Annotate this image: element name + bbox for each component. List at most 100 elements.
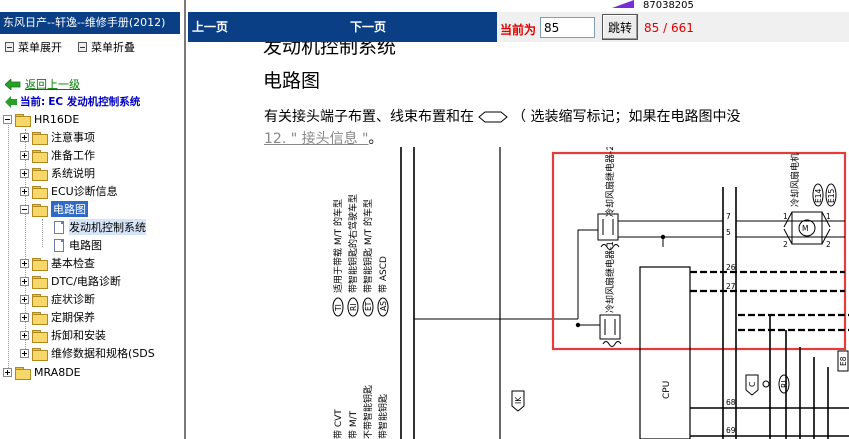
- tree-node-hr16de[interactable]: HR16DE: [3, 110, 79, 128]
- connector-symbol-icon: [478, 111, 508, 123]
- expand-icon[interactable]: [3, 367, 12, 377]
- tree-label: 症状诊断: [51, 293, 95, 306]
- app-title: 东风日产--轩逸--维修手册(2012): [0, 12, 180, 34]
- legend2-text: 不带智能钥匙: [362, 385, 374, 439]
- app-window: 东风日产--轩逸--维修手册(2012) 菜单展开 菜单折叠 返回上一级 当前:…: [0, 0, 849, 439]
- expand-icon[interactable]: [20, 132, 29, 142]
- folder-icon: [15, 366, 31, 380]
- motor-glyph: M: [802, 224, 808, 233]
- document-icon: [54, 220, 64, 234]
- pin-label: 7: [726, 212, 731, 221]
- pin-label: 68: [726, 398, 736, 407]
- legend2-text: 带 CVT: [333, 409, 344, 439]
- legend-group: TI 适用于带载 M/T 的车型 RI 带智能钥匙的右驾驶车型 ET 带智能钥匙…: [332, 194, 389, 439]
- tree-node-service-data[interactable]: 维修数据和规格(SDS: [20, 344, 155, 362]
- folder-icon: [32, 185, 48, 199]
- jump-button[interactable]: 跳转: [602, 14, 638, 40]
- tree-node-mra8de[interactable]: MRA8DE: [3, 363, 81, 381]
- menu-bar: 菜单展开 菜单折叠: [0, 36, 184, 58]
- intro-text-line2: 12. " 接头信息 "。: [264, 128, 383, 148]
- connector-ri: RI: [778, 374, 790, 394]
- relay-1-label: 冷却风扇继电器-1: [604, 241, 616, 313]
- legend2-item: 不带智能钥匙: [362, 385, 374, 439]
- tree-node-ecu-diagnosis[interactable]: ECU诊断信息: [20, 182, 118, 200]
- menu-expand-label: 菜单展开: [18, 41, 62, 54]
- motor-code-e15: E15: [825, 183, 837, 207]
- tree-label: 维修数据和规格(SDS: [51, 347, 155, 360]
- pin-label: 26: [726, 263, 736, 272]
- navigation-pane: 东风日产--轩逸--维修手册(2012) 菜单展开 菜单折叠 返回上一级 当前:…: [0, 0, 186, 439]
- motor-pin: 1: [783, 212, 788, 221]
- tree-node-basic-inspection[interactable]: 基本检查: [20, 254, 95, 272]
- legend-text: 带 ASCD: [378, 256, 389, 293]
- current-location: 当前: EC 发动机控制系统: [5, 94, 140, 109]
- legend-text: 带智能钥匙的右驾驶车型: [347, 194, 359, 293]
- tree-node-preparation[interactable]: 准备工作: [20, 146, 95, 164]
- back-link[interactable]: 返回上一级: [5, 76, 80, 92]
- menu-collapse-button[interactable]: 菜单折叠: [78, 39, 135, 55]
- tree-label: MRA8DE: [34, 365, 81, 379]
- pin-label: 27: [726, 282, 736, 291]
- tree-node-wiring-diagram-doc[interactable]: 电路图: [54, 236, 102, 254]
- tree-guide-line: [8, 118, 9, 372]
- tree-label-selected: 电路图: [51, 201, 88, 217]
- menu-expand-button[interactable]: 菜单展开: [5, 39, 62, 55]
- document-view[interactable]: 发动机控制系统 电路图 有关接头端子布置、线束布置和在 （ 选装缩写标记；如果在电…: [188, 42, 849, 439]
- legend2-item: 带 M/T: [348, 410, 359, 439]
- relay-2: 冷却风扇继电器-2: [597, 147, 620, 250]
- tree-label: 系统说明: [51, 167, 95, 180]
- collapse-icon[interactable]: [20, 204, 29, 214]
- legend-code: TI: [334, 304, 343, 312]
- tree-node-dtc-diagnosis[interactable]: DTC/电路诊断: [20, 272, 121, 290]
- expand-icon[interactable]: [20, 348, 29, 358]
- folder-icon: [32, 275, 48, 289]
- tree-node-precautions[interactable]: 注意事项: [20, 128, 95, 146]
- page-count: 85 / 661: [644, 21, 694, 35]
- folder-icon: [32, 149, 48, 163]
- motor-label: 冷却风扇电机: [789, 153, 801, 207]
- expand-icon[interactable]: [20, 330, 29, 340]
- back-link-label: 返回上一级: [25, 78, 80, 91]
- expand-icon[interactable]: [20, 276, 29, 286]
- folder-icon: [32, 293, 48, 307]
- wiring-diagram: TI 适用于带载 M/T 的车型 RI 带智能钥匙的右驾驶车型 ET 带智能钥匙…: [332, 147, 849, 439]
- expand-icon[interactable]: [20, 186, 29, 196]
- tree-node-wiring-diagram[interactable]: 电路图: [20, 200, 88, 218]
- expand-icon[interactable]: [20, 294, 29, 304]
- connector-c: C: [745, 374, 759, 396]
- partial-heading: 发动机控制系统: [263, 42, 397, 58]
- folder-open-icon: [32, 203, 48, 217]
- legend-item-ri: RI 带智能钥匙的右驾驶车型: [347, 194, 359, 317]
- current-value: EC 发动机控制系统: [48, 96, 141, 108]
- expand-icon[interactable]: [20, 168, 29, 178]
- current-page-label: 当前为: [500, 23, 537, 37]
- menu-collapse-label: 菜单折叠: [91, 41, 135, 54]
- tree-node-symptom-diagnosis[interactable]: 症状诊断: [20, 290, 95, 308]
- back-arrow-icon: [5, 78, 21, 90]
- collapse-icon[interactable]: [3, 114, 12, 124]
- intro-text-part1: 有关接头端子布置、线束布置和在: [264, 109, 474, 125]
- relay-1: 冷却风扇继电器-1: [599, 241, 622, 347]
- expand-icon[interactable]: [20, 312, 29, 322]
- tree-node-system-description[interactable]: 系统说明: [20, 164, 95, 182]
- connector-info-link[interactable]: 12. " 接头信息 ": [264, 131, 369, 147]
- tree-label: 准备工作: [51, 149, 95, 162]
- section-title: 电路图: [263, 70, 321, 92]
- tree-label: DTC/电路诊断: [51, 275, 121, 288]
- next-page-button[interactable]: 下一页: [350, 12, 386, 42]
- expand-icon[interactable]: [20, 258, 29, 268]
- tree-node-periodic-maintenance[interactable]: 定期保养: [20, 308, 95, 326]
- relay-2-label: 冷却风扇继电器-2: [604, 147, 616, 217]
- current-prefix: 当前:: [20, 96, 46, 108]
- page-number-input[interactable]: [540, 17, 595, 38]
- legend-item-ti: TI 适用于带载 M/T 的车型: [332, 199, 344, 317]
- tree-node-engine-control-system[interactable]: 发动机控制系统: [54, 218, 146, 236]
- tree-label: 定期保养: [51, 311, 95, 324]
- top-number: 87038205: [643, 0, 694, 11]
- tree-label: 基本检查: [51, 257, 95, 270]
- tree-guide-line: [42, 219, 43, 247]
- tree-label: ECU诊断信息: [51, 185, 118, 198]
- tree-node-removal-installation[interactable]: 拆卸和安装: [20, 326, 106, 344]
- prev-page-button[interactable]: 上一页: [192, 12, 228, 42]
- expand-icon[interactable]: [20, 150, 29, 160]
